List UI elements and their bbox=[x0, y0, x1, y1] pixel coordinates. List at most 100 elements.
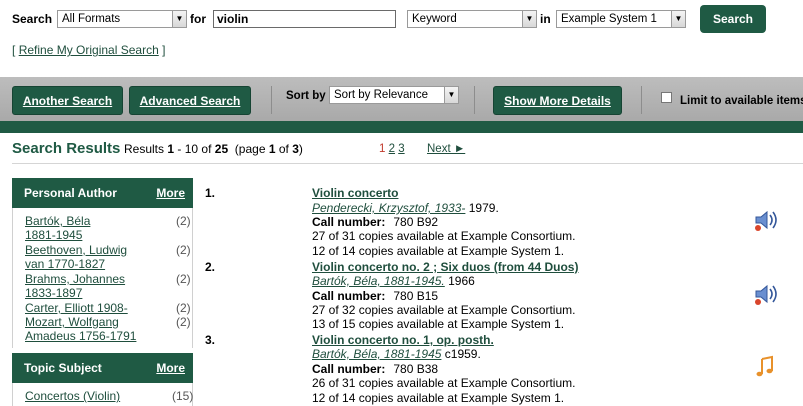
result-number: 1. bbox=[205, 186, 216, 200]
facet-author-dates[interactable]: 1833-1897 bbox=[25, 286, 82, 300]
result-number: 2. bbox=[205, 260, 216, 274]
result-author-link[interactable]: Penderecki, Krzysztof, 1933- bbox=[312, 201, 465, 215]
page-current: 1 bbox=[268, 142, 276, 156]
result-availability: 13 of 15 copies available at Example Sys… bbox=[312, 317, 565, 331]
facet-count: (2) bbox=[176, 315, 191, 329]
results-range-start: 1 bbox=[167, 142, 175, 156]
toolbar-divider bbox=[641, 86, 642, 114]
dropdown-arrow-icon: ▼ bbox=[444, 87, 458, 103]
result-author-link[interactable]: Bartók, Béla, 1881-1945. bbox=[312, 274, 445, 288]
facet-author-dates[interactable]: van 1770-1827 bbox=[25, 257, 105, 271]
facet-author-name[interactable]: Mozart, Wolfgang bbox=[25, 315, 119, 329]
refine-search: [ Refine My Original Search ] bbox=[12, 43, 165, 57]
audio-speaker-icon[interactable] bbox=[750, 282, 780, 306]
audio-speaker-icon[interactable] bbox=[750, 208, 780, 232]
result-author-link[interactable]: Bartók, Béla, 1881-1945 bbox=[312, 347, 441, 361]
for-label: for bbox=[190, 12, 206, 26]
results-prefix: Results bbox=[124, 142, 165, 156]
personal-author-facet: Bartók, Béla 1881-1945 (2) Beethoven, Lu… bbox=[12, 208, 193, 348]
dropdown-arrow-icon: ▼ bbox=[522, 11, 536, 27]
result-title-link[interactable]: Violin concerto no. 1, op. posth. bbox=[312, 333, 494, 347]
field-select[interactable]: Keyword ▼ bbox=[407, 10, 537, 28]
facet-author-dates[interactable]: Amadeus 1756-1791 bbox=[25, 329, 136, 343]
facet-author-item[interactable]: Carter, Elliott 1908- bbox=[25, 301, 165, 315]
advanced-search-button[interactable]: Advanced Search bbox=[129, 86, 251, 115]
music-note-icon[interactable] bbox=[755, 355, 775, 379]
result-availability: 27 of 32 copies available at Example Con… bbox=[312, 303, 576, 317]
system-select-value: Example System 1 bbox=[561, 13, 657, 25]
search-input[interactable]: violin bbox=[213, 10, 396, 28]
facet-author-dates[interactable]: 1881-1945 bbox=[25, 228, 82, 242]
refine-bracket-close: ] bbox=[162, 43, 166, 57]
result-number: 3. bbox=[205, 333, 216, 347]
toolbar-divider bbox=[271, 86, 272, 114]
facet-author-item[interactable]: Mozart, Wolfgang Amadeus 1756-1791 bbox=[25, 315, 145, 343]
search-input-value: violin bbox=[217, 12, 249, 26]
field-select-value: Keyword bbox=[412, 13, 457, 25]
result-availability: 12 of 14 copies available at Example Sys… bbox=[312, 244, 565, 258]
results-total: 25 bbox=[214, 142, 229, 156]
result-author: Bartók, Béla, 1881-1945. 1966 bbox=[312, 274, 475, 288]
topic-subject-title: Topic Subject bbox=[24, 361, 102, 375]
personal-author-more-link[interactable]: More bbox=[156, 178, 185, 208]
topic-subject-facet-header: Topic Subject More bbox=[12, 353, 193, 383]
page-link-3[interactable]: 3 bbox=[398, 143, 404, 155]
call-number-label: Call number: bbox=[312, 362, 386, 376]
format-select[interactable]: All Formats ▼ bbox=[57, 10, 187, 28]
result-availability: 27 of 31 copies available at Example Con… bbox=[312, 229, 576, 243]
result-title-link[interactable]: Violin concerto no. 2 ; Six duos (from 4… bbox=[312, 260, 578, 274]
facet-count: (2) bbox=[176, 214, 191, 228]
sort-select-value: Sort by Relevance bbox=[334, 89, 428, 101]
results-toolbar: Another Search Advanced Search Sort by S… bbox=[0, 77, 803, 121]
topic-subject-facet: Concertos (Violin) (15) bbox=[12, 383, 193, 406]
search-results-title: Search Results bbox=[12, 140, 121, 157]
page-text: (page bbox=[234, 142, 266, 156]
page-link-2[interactable]: 2 bbox=[389, 143, 395, 155]
topic-subject-more-link[interactable]: More bbox=[156, 353, 185, 383]
facet-topic-label[interactable]: Concertos (Violin) bbox=[25, 389, 120, 403]
system-select[interactable]: Example System 1 ▼ bbox=[556, 10, 686, 28]
result-call-number: Call number: 780 B38 bbox=[312, 362, 438, 376]
results-range-sep: - 10 of bbox=[177, 142, 212, 156]
toolbar-divider bbox=[474, 86, 475, 114]
page-of: of bbox=[278, 142, 289, 156]
result-author: Bartók, Béla, 1881-1945 c1959. bbox=[312, 347, 481, 361]
next-page-link[interactable]: Next ► bbox=[427, 143, 465, 155]
page-total: 3 bbox=[292, 142, 299, 156]
facet-topic-item[interactable]: Concertos (Violin) bbox=[25, 389, 145, 403]
limit-available-label: Limit to available items bbox=[680, 95, 803, 107]
in-label: in bbox=[540, 12, 551, 26]
call-number-label: Call number: bbox=[312, 215, 386, 229]
results-summary: Results 1 - 10 of 25 (page 1 of 3) bbox=[124, 142, 303, 156]
show-more-details-button[interactable]: Show More Details bbox=[493, 86, 622, 115]
facet-count: (2) bbox=[176, 301, 191, 315]
result-availability: 12 of 14 copies available at Example Sys… bbox=[312, 391, 565, 405]
limit-available-checkbox[interactable] bbox=[661, 92, 672, 103]
page-link-1[interactable]: 1 bbox=[379, 143, 385, 155]
result-call-number: Call number: 780 B15 bbox=[312, 289, 438, 303]
result-year: 1979. bbox=[468, 201, 499, 215]
search-bar: Search All Formats ▼ for violin Keyword … bbox=[12, 5, 792, 33]
facet-author-name[interactable]: Brahms, Johannes bbox=[25, 272, 125, 286]
facet-author-item[interactable]: Brahms, Johannes 1833-1897 bbox=[25, 272, 145, 300]
sort-select[interactable]: Sort by Relevance ▼ bbox=[329, 86, 459, 104]
result-year: c1959. bbox=[444, 347, 481, 361]
page-close: ) bbox=[298, 142, 303, 156]
sort-by-label: Sort by bbox=[286, 90, 326, 102]
facet-author-item[interactable]: Beethoven, Ludwig van 1770-1827 bbox=[25, 243, 145, 271]
result-title-link[interactable]: Violin concerto bbox=[312, 186, 398, 200]
facet-count: (2) bbox=[176, 272, 191, 286]
facet-author-name[interactable]: Beethoven, Ludwig bbox=[25, 243, 127, 257]
facet-count: (2) bbox=[176, 243, 191, 257]
search-button[interactable]: Search bbox=[700, 5, 766, 33]
another-search-button[interactable]: Another Search bbox=[12, 86, 123, 115]
dropdown-arrow-icon: ▼ bbox=[671, 11, 685, 27]
facet-author-name[interactable]: Carter, Elliott 1908- bbox=[25, 301, 128, 315]
format-select-value: All Formats bbox=[62, 13, 121, 25]
facet-author-item[interactable]: Bartók, Béla 1881-1945 bbox=[25, 214, 145, 242]
refine-bracket-open: [ bbox=[12, 43, 16, 57]
call-number-label: Call number: bbox=[312, 289, 386, 303]
result-year: 1966 bbox=[448, 274, 475, 288]
refine-search-link[interactable]: Refine My Original Search bbox=[19, 43, 159, 57]
facet-author-name[interactable]: Bartók, Béla bbox=[25, 214, 90, 228]
